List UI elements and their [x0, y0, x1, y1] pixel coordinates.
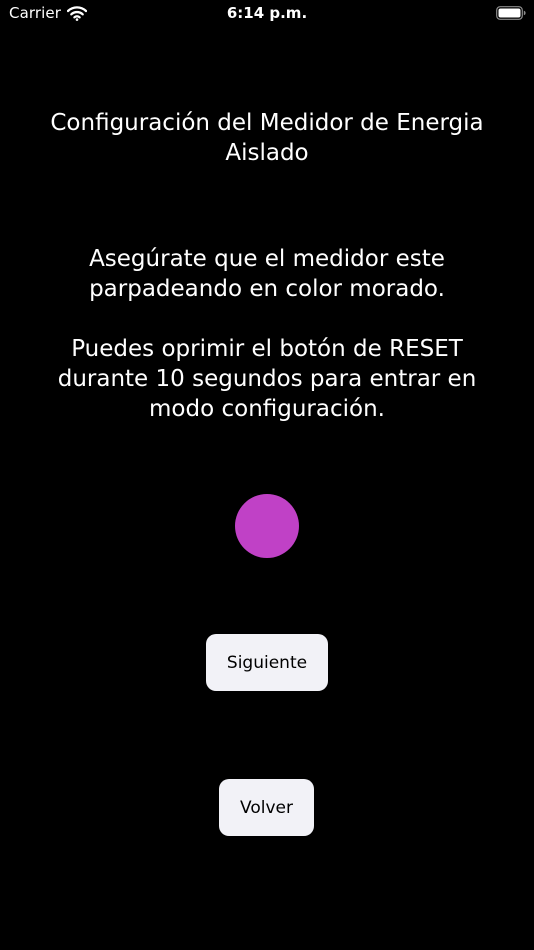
status-bar: Carrier 6:14 p.m.	[0, 0, 534, 28]
purple-indicator-dot	[235, 494, 299, 558]
status-time: 6:14 p.m.	[226, 4, 308, 22]
battery-full-icon	[496, 6, 526, 20]
next-button[interactable]: Siguiente	[206, 634, 328, 691]
instruction-blink-purple: Asegúrate que el medidor este parpadeand…	[89, 246, 445, 302]
instruction-reset-button: Puedes oprimir el botón de RESET durante…	[57, 336, 477, 422]
page-title: Configuración del Medidor de Energia Ais…	[50, 110, 484, 166]
back-button[interactable]: Volver	[219, 779, 314, 836]
instructions: Asegúrate que el medidor este parpadeand…	[30, 244, 504, 424]
